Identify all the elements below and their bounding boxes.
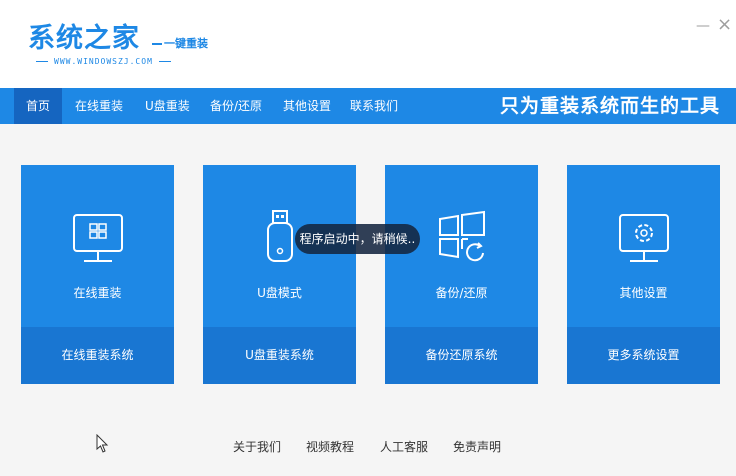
backup-restore-button[interactable]: 备份还原系统 bbox=[385, 327, 538, 384]
logo-subtitle: 一键重装 bbox=[152, 35, 208, 51]
more-settings-button[interactable]: 更多系统设置 bbox=[567, 327, 720, 384]
nav-item-backup-restore[interactable]: 备份/还原 bbox=[210, 88, 262, 124]
mouse-cursor-icon bbox=[96, 434, 109, 453]
card-title: U盘模式 bbox=[257, 286, 302, 300]
online-reinstall-button[interactable]: 在线重装系统 bbox=[21, 327, 174, 384]
usb-reinstall-button[interactable]: U盘重装系统 bbox=[203, 327, 356, 384]
loading-toast: 程序启动中，请稍候.. bbox=[295, 224, 420, 254]
close-button[interactable]: × bbox=[717, 14, 732, 35]
footer-link-about[interactable]: 关于我们 bbox=[233, 438, 281, 455]
nav-item-online-reinstall[interactable]: 在线重装 bbox=[75, 88, 123, 124]
monitor-windows-icon bbox=[72, 214, 123, 262]
card-title: 在线重装 bbox=[73, 286, 122, 300]
footer-link-customer-service[interactable]: 人工客服 bbox=[380, 438, 428, 455]
windows-restore-icon bbox=[438, 210, 485, 262]
footer-link-video-tutorial[interactable]: 视频教程 bbox=[306, 438, 354, 455]
nav-item-usb-reinstall[interactable]: U盘重装 bbox=[145, 88, 190, 124]
footer-link-disclaimer[interactable]: 免责声明 bbox=[453, 438, 501, 455]
nav-item-home[interactable]: 首页 bbox=[14, 88, 62, 124]
nav-item-other-settings[interactable]: 其他设置 bbox=[283, 88, 331, 124]
monitor-gear-icon bbox=[618, 214, 669, 262]
card-other-settings-main[interactable]: 其他设置 bbox=[567, 165, 720, 327]
card-other-settings: 其他设置 更多系统设置 bbox=[567, 165, 720, 384]
main-nav: 首页 在线重装 U盘重装 备份/还原 其他设置 联系我们 只为重装系统而生的工具 bbox=[0, 88, 736, 124]
card-title: 其他设置 bbox=[619, 286, 668, 300]
logo-title: 系统之家 bbox=[28, 23, 140, 54]
card-online-reinstall: 在线重装 在线重装系统 bbox=[21, 165, 174, 384]
card-backup-restore: 备份/还原 备份还原系统 bbox=[385, 165, 538, 384]
card-online-reinstall-main[interactable]: 在线重装 bbox=[21, 165, 174, 327]
slogan: 只为重装系统而生的工具 bbox=[499, 95, 720, 117]
app-header: 系统之家 一键重装 WWW.WINDOWSZJ.COM — × bbox=[0, 0, 736, 88]
card-usb-mode: U盘模式 U盘重装系统 bbox=[203, 165, 356, 384]
usb-drive-icon bbox=[266, 210, 293, 262]
nav-item-contact-us[interactable]: 联系我们 bbox=[350, 88, 398, 124]
minimize-button[interactable]: — bbox=[696, 18, 710, 34]
logo-url: WWW.WINDOWSZJ.COM bbox=[30, 57, 177, 66]
card-title: 备份/还原 bbox=[435, 286, 488, 300]
